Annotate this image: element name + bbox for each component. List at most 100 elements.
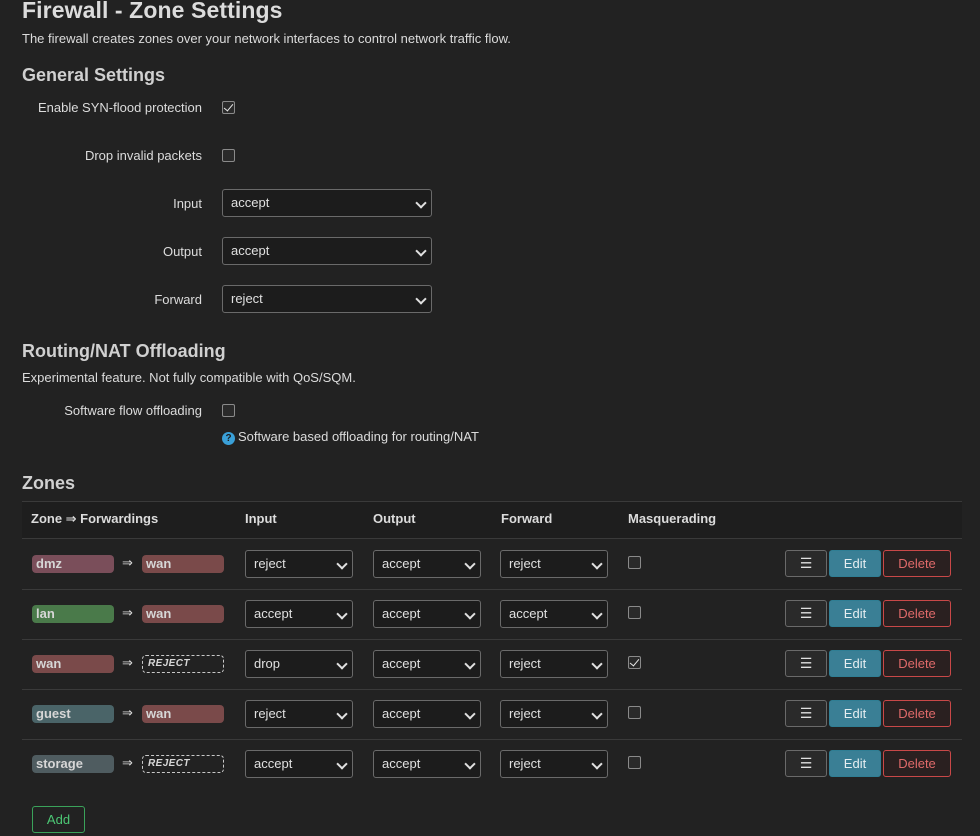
- chevron-down-icon: [591, 658, 603, 670]
- chevron-down-icon: [464, 558, 476, 570]
- row-divider: [22, 739, 962, 740]
- edit-button[interactable]: Edit: [829, 600, 881, 627]
- zone-forward-value: reject: [509, 556, 541, 571]
- chevron-down-icon: [591, 758, 603, 770]
- masquerading-checkbox[interactable]: [628, 706, 641, 719]
- zone-input-select[interactable]: accept: [245, 750, 353, 778]
- page-title: Firewall - Zone Settings: [22, 0, 283, 23]
- zone-forward-select[interactable]: reject: [500, 550, 608, 578]
- menu-icon: ☰: [799, 755, 813, 771]
- menu-icon: ☰: [799, 605, 813, 621]
- zone-name-badge: dmz: [32, 555, 114, 573]
- chevron-down-icon: [336, 658, 348, 670]
- chevron-down-icon: [336, 558, 348, 570]
- forward-target-badge: REJECT: [142, 655, 224, 673]
- delete-button[interactable]: Delete: [883, 700, 951, 727]
- software-flow-checkbox[interactable]: [222, 404, 235, 417]
- col-zone-forwardings: Zone ⇒ Forwardings: [31, 511, 159, 526]
- forward-arrow: ⇒: [122, 655, 133, 670]
- masquerading-checkbox[interactable]: [628, 556, 641, 569]
- menu-icon: ☰: [799, 555, 813, 571]
- forward-policy-label: Forward: [154, 292, 202, 307]
- software-flow-label: Software flow offloading: [64, 403, 202, 418]
- zone-forward-select[interactable]: reject: [500, 700, 608, 728]
- zone-forward-value: accept: [509, 606, 548, 621]
- chevron-down-icon: [415, 197, 427, 209]
- zone-output-value: accept: [382, 556, 421, 571]
- zone-input-select[interactable]: reject: [245, 700, 353, 728]
- zone-forward-value: reject: [509, 656, 541, 671]
- edit-button[interactable]: Edit: [829, 550, 881, 577]
- delete-button[interactable]: Delete: [883, 600, 951, 627]
- drop-invalid-checkbox[interactable]: [222, 149, 235, 162]
- zone-output-value: accept: [382, 706, 421, 721]
- zone-output-select[interactable]: accept: [373, 700, 481, 728]
- offloading-hint: ? Software based offloading for routing/N…: [222, 429, 479, 445]
- drag-menu-button[interactable]: ☰: [785, 600, 827, 627]
- delete-button[interactable]: Delete: [883, 750, 951, 777]
- help-icon: ?: [222, 432, 235, 445]
- zone-input-select[interactable]: drop: [245, 650, 353, 678]
- input-policy-label: Input: [173, 196, 202, 211]
- masquerading-checkbox[interactable]: [628, 656, 641, 669]
- chevron-down-icon: [415, 245, 427, 257]
- forward-target-badge: wan: [142, 705, 224, 723]
- chevron-down-icon: [591, 558, 603, 570]
- forward-policy-select[interactable]: reject: [222, 285, 432, 313]
- zones-table-header: [22, 501, 962, 539]
- row-divider: [22, 639, 962, 640]
- zone-input-value: reject: [254, 556, 286, 571]
- forward-arrow: ⇒: [122, 705, 133, 720]
- delete-button[interactable]: Delete: [883, 550, 951, 577]
- forward-arrow: ⇒: [122, 755, 133, 770]
- output-policy-value: accept: [231, 243, 270, 258]
- edit-button[interactable]: Edit: [829, 750, 881, 777]
- forward-target-badge: wan: [142, 555, 224, 573]
- chevron-down-icon: [464, 758, 476, 770]
- zone-name-badge: storage: [32, 755, 114, 773]
- drag-menu-button[interactable]: ☰: [785, 750, 827, 777]
- zone-output-select[interactable]: accept: [373, 650, 481, 678]
- zone-name-badge: wan: [32, 655, 114, 673]
- col-masquerading: Masquerading: [628, 511, 717, 526]
- row-divider: [22, 589, 962, 590]
- col-input: Input: [245, 511, 277, 526]
- edit-button[interactable]: Edit: [829, 650, 881, 677]
- zone-forward-select[interactable]: reject: [500, 750, 608, 778]
- edit-button[interactable]: Edit: [829, 700, 881, 727]
- output-policy-select[interactable]: accept: [222, 237, 432, 265]
- offloading-description: Experimental feature. Not fully compatib…: [22, 370, 356, 385]
- chevron-down-icon: [464, 658, 476, 670]
- add-zone-button[interactable]: Add: [32, 806, 85, 833]
- zone-output-select[interactable]: accept: [373, 550, 481, 578]
- chevron-down-icon: [336, 708, 348, 720]
- col-forward: Forward: [501, 511, 553, 526]
- chevron-down-icon: [464, 608, 476, 620]
- zone-output-select[interactable]: accept: [373, 600, 481, 628]
- zone-forward-select[interactable]: accept: [500, 600, 608, 628]
- delete-button[interactable]: Delete: [883, 650, 951, 677]
- forward-arrow: ⇒: [122, 605, 133, 620]
- zone-input-select[interactable]: accept: [245, 600, 353, 628]
- masquerading-checkbox[interactable]: [628, 756, 641, 769]
- drag-menu-button[interactable]: ☰: [785, 550, 827, 577]
- zone-input-select[interactable]: reject: [245, 550, 353, 578]
- drag-menu-button[interactable]: ☰: [785, 650, 827, 677]
- zone-name-badge: guest: [32, 705, 114, 723]
- input-policy-select[interactable]: accept: [222, 189, 432, 217]
- col-output: Output: [373, 511, 416, 526]
- zone-input-value: accept: [254, 756, 293, 771]
- menu-icon: ☰: [799, 705, 813, 721]
- zone-input-value: reject: [254, 706, 286, 721]
- forward-policy-value: reject: [231, 291, 263, 306]
- drag-menu-button[interactable]: ☰: [785, 700, 827, 727]
- zone-input-value: accept: [254, 606, 293, 621]
- zone-forward-select[interactable]: reject: [500, 650, 608, 678]
- forward-target-badge: wan: [142, 605, 224, 623]
- zone-output-select[interactable]: accept: [373, 750, 481, 778]
- masquerading-checkbox[interactable]: [628, 606, 641, 619]
- syn-flood-checkbox[interactable]: [222, 101, 235, 114]
- general-settings-heading: General Settings: [22, 65, 166, 85]
- drop-invalid-label: Drop invalid packets: [84, 148, 202, 163]
- chevron-down-icon: [591, 708, 603, 720]
